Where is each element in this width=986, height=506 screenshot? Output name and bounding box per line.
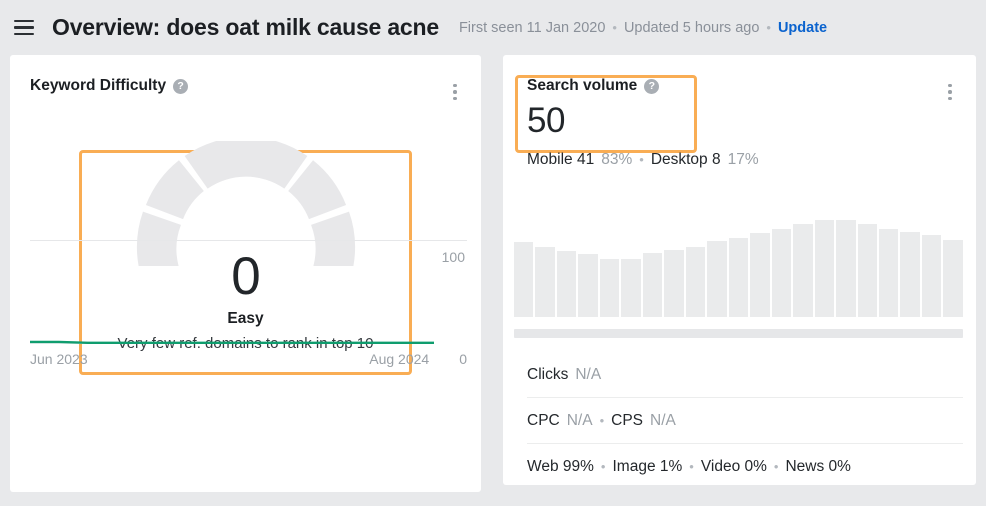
bar[interactable]: [578, 254, 598, 317]
bar[interactable]: [943, 240, 963, 317]
search-volume-value: 50: [527, 101, 565, 140]
bar[interactable]: [750, 232, 770, 317]
mobile-percent: 83%: [601, 150, 633, 168]
search-volume-card: Search volume ? 50 Mobile 41 83% • Deskt…: [503, 55, 976, 485]
kebab-dot: [453, 83, 457, 88]
bar[interactable]: [900, 231, 920, 317]
first-seen-text: First seen 11 Jan 2020: [458, 19, 606, 36]
trend-plot-area: 100: [30, 241, 467, 344]
x-axis-end-label: Aug 2024: [369, 351, 430, 367]
traffic-separator: •: [689, 459, 694, 475]
y-axis-min-label: 0: [459, 351, 467, 367]
bar[interactable]: [621, 259, 641, 317]
cps-label: CPS: [611, 411, 644, 429]
meta-separator: •: [612, 20, 617, 35]
device-split: Mobile 41 83% • Desktop 8 17%: [527, 151, 956, 169]
updated-text: Updated 5 hours ago: [623, 19, 760, 36]
hamburger-line: [14, 26, 34, 29]
keyword-difficulty-body: 0 Easy Very few ref. domains to rank in …: [10, 95, 481, 385]
keyword-difficulty-title: Keyword Difficulty: [30, 77, 167, 94]
cpc-label: CPC: [527, 411, 560, 429]
bar[interactable]: [642, 253, 663, 317]
clicks-value: N/A: [575, 365, 602, 383]
device-separator: •: [639, 152, 644, 168]
cards-container: Keyword Difficulty ? 0 Easy 100 Jun 2023…: [0, 55, 986, 492]
traffic-image-stat: Image 1%: [612, 457, 683, 475]
bar[interactable]: [857, 224, 877, 317]
bar[interactable]: [707, 241, 727, 317]
bar[interactable]: [556, 250, 577, 317]
meta-separator: •: [766, 20, 771, 35]
bar[interactable]: [728, 237, 749, 317]
traffic-mix-row: Web 99% • Image 1% • Video 0% • News 0%: [527, 442, 963, 489]
search-volume-title-group: Search volume ?: [527, 77, 956, 95]
clicks-row: Clicks N/A: [527, 352, 963, 397]
traffic-separator: •: [600, 459, 606, 475]
metric-separator: •: [599, 413, 605, 429]
keyword-difficulty-header: Keyword Difficulty ?: [10, 55, 481, 95]
traffic-video-stat: Video 0%: [700, 457, 767, 475]
help-circle-icon[interactable]: ?: [173, 78, 189, 94]
bar[interactable]: [921, 235, 942, 317]
bar[interactable]: [771, 229, 792, 317]
keyword-difficulty-title-group: Keyword Difficulty ?: [30, 77, 189, 95]
cps-value: N/A: [650, 411, 676, 429]
bar[interactable]: [535, 247, 555, 317]
y-axis-max-label: 100: [441, 249, 465, 265]
trend-x-axis: Jun 2023 Aug 2024 0: [30, 344, 467, 367]
search-volume-bar-chart: [503, 197, 976, 317]
desktop-percent: 17%: [727, 150, 759, 168]
x-axis-end-group: Aug 2024 0: [369, 351, 467, 367]
search-volume-body: Search volume ? 50 Mobile 41 83% • Deskt…: [503, 55, 976, 169]
hamburger-icon[interactable]: [10, 14, 38, 42]
update-link[interactable]: Update: [778, 20, 827, 36]
keyword-difficulty-trend-chart: 100 Jun 2023 Aug 2024 0: [10, 240, 481, 385]
bar[interactable]: [836, 219, 856, 317]
page-title: Overview: does oat milk cause acne: [52, 14, 439, 40]
chart-range-scrollbar[interactable]: [514, 328, 963, 338]
bar[interactable]: [685, 247, 706, 317]
header-meta: First seen 11 Jan 2020 • Updated 5 hours…: [459, 20, 827, 36]
traffic-web-stat: Web 99%: [527, 457, 594, 475]
keyword-difficulty-card: Keyword Difficulty ? 0 Easy 100 Jun 2023…: [10, 55, 481, 492]
hamburger-line: [14, 19, 34, 23]
clicks-label: Clicks: [527, 365, 569, 383]
desktop-label: Desktop 8: [650, 150, 721, 168]
traffic-separator: •: [773, 459, 779, 475]
bar[interactable]: [814, 219, 835, 317]
traffic-news-stat: News 0%: [785, 457, 851, 475]
help-circle-icon[interactable]: ?: [644, 78, 660, 94]
bar[interactable]: [878, 229, 899, 317]
bar[interactable]: [664, 249, 684, 317]
cpc-value: N/A: [566, 411, 593, 429]
bar[interactable]: [599, 259, 620, 317]
page-header: Overview: does oat milk cause acne First…: [0, 0, 986, 55]
hamburger-line: [14, 32, 34, 36]
bar[interactable]: [514, 242, 534, 317]
mobile-label: Mobile 41: [527, 150, 595, 168]
kebab-dot: [453, 90, 457, 94]
trend-line-svg: [30, 340, 434, 344]
search-volume-title: Search volume: [527, 77, 638, 94]
cpc-cps-row: CPC N/A • CPS N/A: [527, 396, 963, 443]
bar[interactable]: [793, 224, 813, 317]
x-axis-start-label: Jun 2023: [30, 351, 88, 367]
